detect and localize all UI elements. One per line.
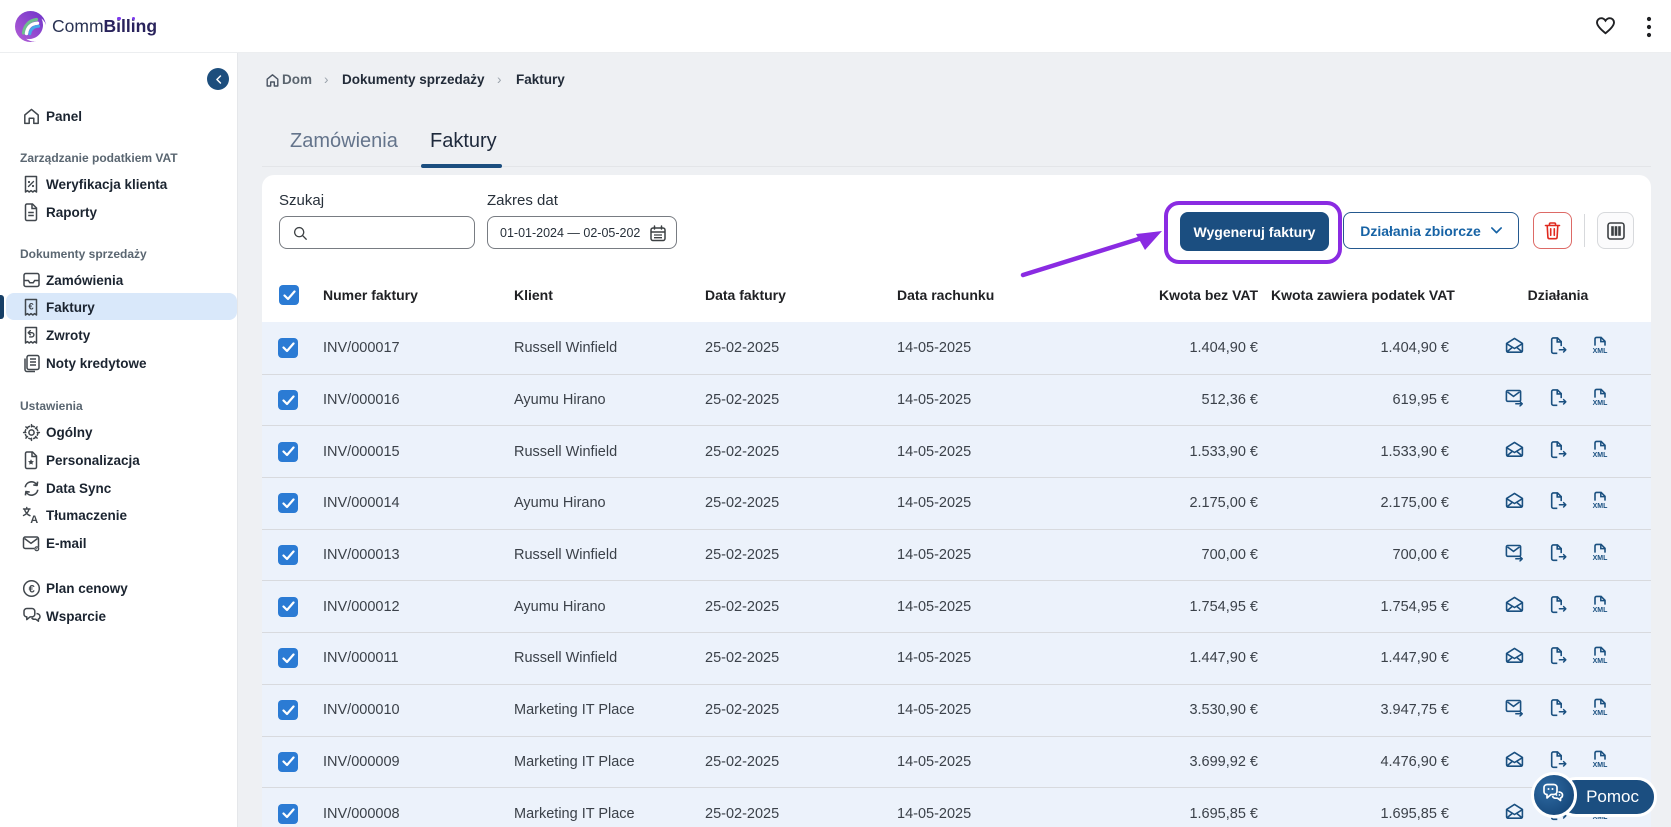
svg-text:A: A: [30, 514, 38, 525]
svg-text:XML: XML: [1593, 348, 1609, 355]
svg-text:XML: XML: [1593, 659, 1609, 666]
svg-text:XML: XML: [1593, 400, 1609, 407]
svg-text:XML: XML: [1593, 452, 1609, 459]
svg-text:€: €: [29, 583, 35, 595]
svg-text:€: €: [28, 301, 34, 312]
svg-text:XML: XML: [1593, 504, 1609, 511]
svg-text:XML: XML: [1593, 555, 1609, 562]
svg-text:XML: XML: [1593, 607, 1609, 614]
svg-text:XML: XML: [1593, 710, 1609, 717]
svg-text:XML: XML: [1593, 762, 1609, 769]
